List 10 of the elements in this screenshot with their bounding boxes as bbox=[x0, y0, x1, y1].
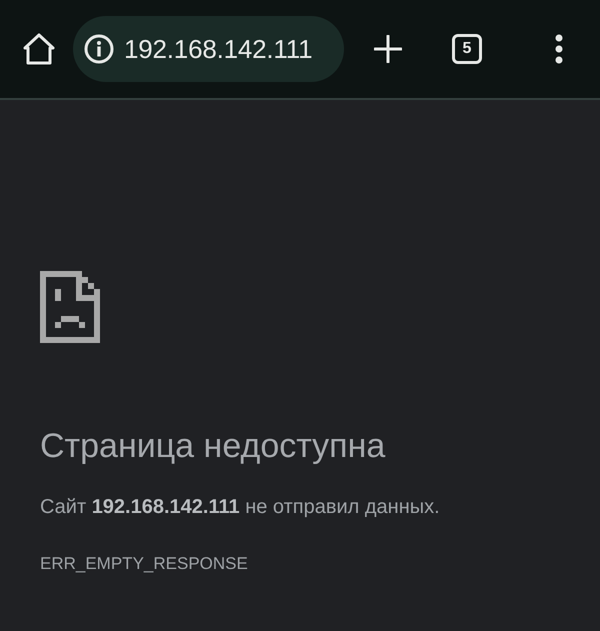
home-icon[interactable] bbox=[22, 33, 56, 65]
error-title: Страница недоступна bbox=[40, 426, 386, 466]
menu-icon[interactable] bbox=[554, 34, 564, 64]
error-message: Сайт 192.168.142.111 не отправил данных. bbox=[40, 495, 441, 520]
info-icon[interactable] bbox=[84, 34, 114, 64]
tab-count-button[interactable]: 5 bbox=[452, 34, 482, 64]
sad-page-icon bbox=[40, 271, 100, 343]
address-bar[interactable]: 192.168.142.111 bbox=[73, 16, 344, 82]
error-code: ERR_EMPTY_RESPONSE bbox=[40, 554, 248, 574]
plus-icon[interactable] bbox=[374, 35, 402, 63]
